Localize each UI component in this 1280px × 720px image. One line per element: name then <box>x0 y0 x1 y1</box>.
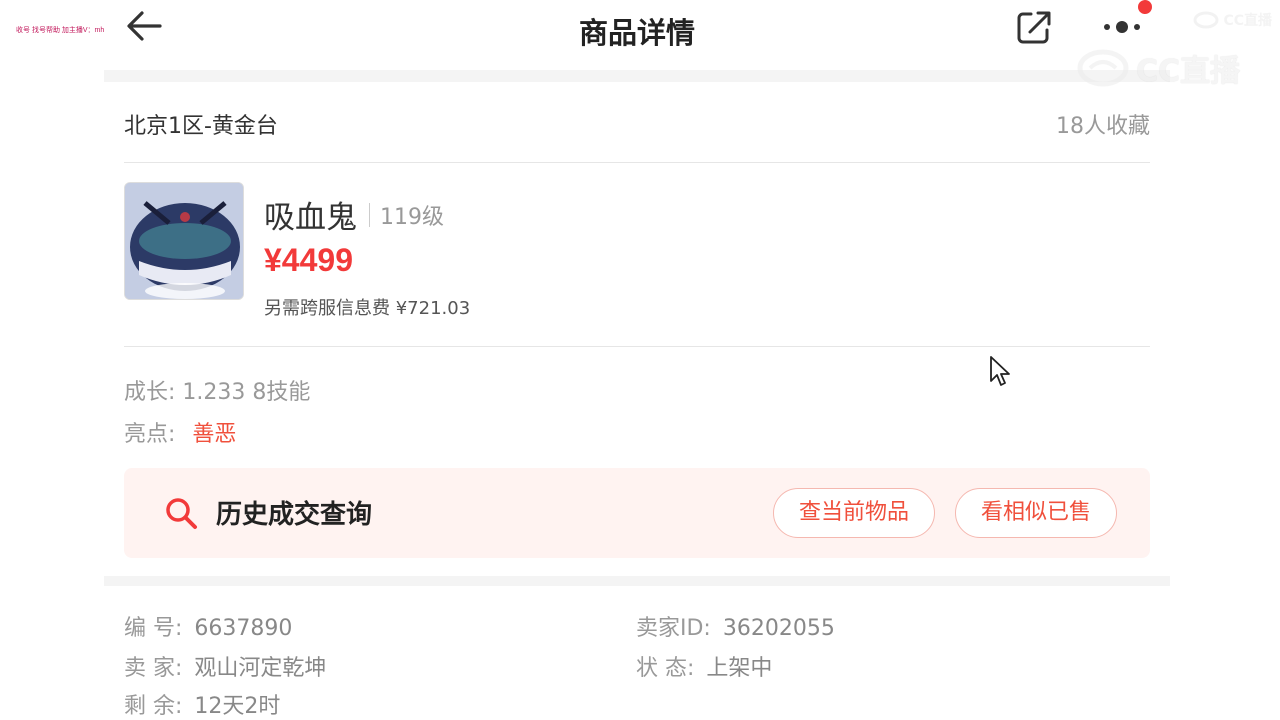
stream-logo: CC直播 <box>1076 46 1240 90</box>
page-title: 商品详情 <box>578 16 695 50</box>
listing-id-label: 编 号: <box>124 616 183 641</box>
seller-id-value: 36202055 <box>722 616 835 641</box>
cross-server-fee: 另需跨服信息费 ¥721.03 <box>264 298 471 319</box>
stream-logo-small-text: CC直播 <box>1223 13 1272 29</box>
stream-logo-icon <box>1077 49 1129 87</box>
seller-id: 卖家ID: 36202055 <box>636 610 835 642</box>
pet-level: 119级 <box>380 204 444 230</box>
time-remaining-value: 12天2时 <box>194 694 281 719</box>
highlight-attribute: 亮点: 善恶 <box>124 416 236 448</box>
highlight-value: 善恶 <box>192 422 237 447</box>
seller-name-value: 观山河定乾坤 <box>194 656 327 681</box>
share-button[interactable] <box>1014 8 1054 46</box>
mouse-cursor-icon <box>990 356 1010 386</box>
check-current-item-button[interactable]: 查当前物品 <box>773 488 935 538</box>
top-bar: 商品详情 <box>104 0 1170 70</box>
growth-attribute: 成长: 1.233 8技能 <box>124 380 311 405</box>
seller-name: 卖 家: 观山河定乾坤 <box>124 650 326 682</box>
time-remaining: 剩 余: 12天2时 <box>124 688 280 720</box>
listing-id-value: 6637890 <box>194 616 293 641</box>
stream-logo-small-icon <box>1193 11 1219 29</box>
history-query-label: 历史成交查询 <box>216 500 373 530</box>
seller-name-label: 卖 家: <box>124 656 183 681</box>
history-query-bar: 历史成交查询 查当前物品 看相似已售 <box>124 468 1150 558</box>
pet-thumbnail[interactable] <box>124 182 244 300</box>
stream-logo-text: CC直播 <box>1135 54 1240 89</box>
stream-logo-small: CC直播 <box>1193 10 1272 30</box>
favorites-count: 18人收藏 <box>1056 114 1150 139</box>
pet-name-row: 吸血鬼 119级 <box>264 192 444 237</box>
share-icon <box>1017 11 1051 44</box>
listing-status-label: 状 态: <box>636 656 695 681</box>
seller-id-label: 卖家ID: <box>636 616 711 641</box>
name-separator <box>369 202 370 227</box>
listing-id: 编 号: 6637890 <box>124 610 292 642</box>
listing-status: 状 态: 上架中 <box>636 650 772 682</box>
divider <box>124 162 1150 163</box>
view-similar-sold-button[interactable]: 看相似已售 <box>955 488 1117 538</box>
server-name: 北京1区-黄金台 <box>124 114 278 139</box>
more-icon <box>1104 21 1140 33</box>
divider <box>124 346 1150 347</box>
pet-name: 吸血鬼 <box>264 200 357 236</box>
time-remaining-label: 剩 余: <box>124 694 183 719</box>
seller-info-card: 编 号: 6637890 卖 家: 观山河定乾坤 剩 余: 12天2时 卖家ID: 36… <box>104 586 1170 720</box>
notification-dot <box>1138 0 1152 14</box>
listing-status-value: 上架中 <box>706 656 773 681</box>
highlight-label: 亮点: <box>124 422 176 447</box>
more-options-button[interactable] <box>1102 12 1146 42</box>
product-card: 北京1区-黄金台 18人收藏 吸血鬼 119级 ¥4499 另需跨服信息费 ¥7… <box>104 82 1170 576</box>
price: ¥4499 <box>264 242 353 278</box>
search-icon <box>166 498 197 529</box>
pet-image <box>125 183 243 299</box>
